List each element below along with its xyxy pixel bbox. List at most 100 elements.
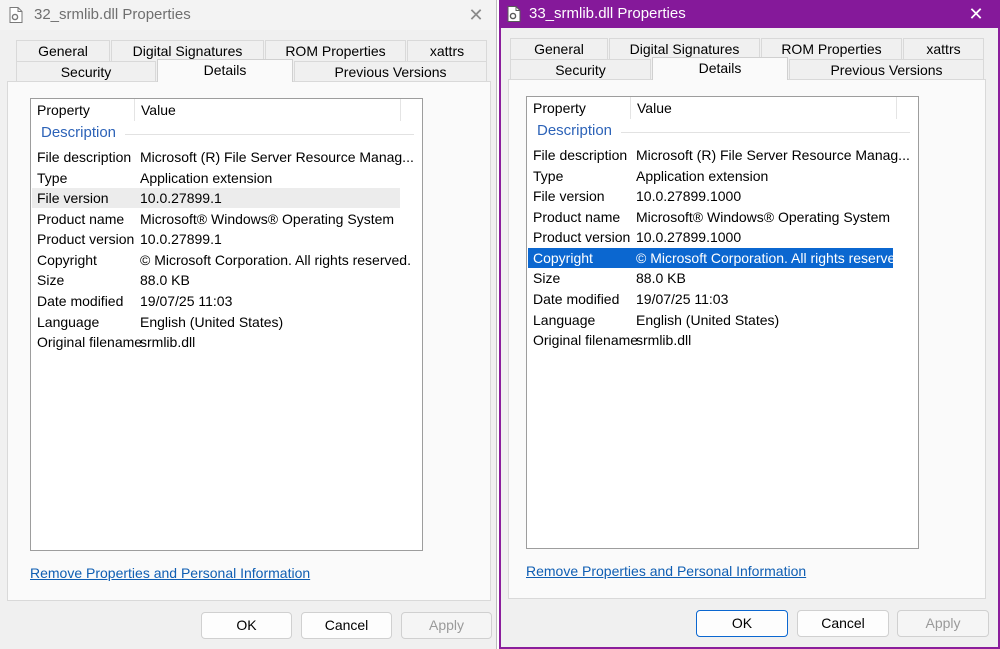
property-value: srmlib.dll [636, 332, 692, 348]
tab-rom-properties[interactable]: ROM Properties [761, 38, 902, 59]
property-name: Date modified [37, 293, 124, 309]
property-name: Date modified [533, 291, 620, 307]
property-value: © Microsoft Corporation. All rights rese… [636, 250, 907, 266]
property-value: 10.0.27899.1 [140, 231, 222, 247]
ok-button[interactable]: OK [201, 612, 292, 639]
properties-dialog-32: 32_srmlib.dll Properties ✕ General Digit… [0, 0, 497, 649]
cancel-button[interactable]: Cancel [797, 610, 889, 637]
property-name: Product name [37, 211, 125, 227]
apply-button: Apply [401, 612, 492, 639]
tab-details[interactable]: Details [157, 59, 293, 82]
tab-previous-versions[interactable]: Previous Versions [789, 59, 984, 80]
list-item[interactable]: Size 88.0 KB [528, 268, 898, 288]
list-item[interactable]: File description Microsoft (R) File Serve… [32, 147, 414, 167]
list-item[interactable]: Copyright © Microsoft Corporation. All ri… [32, 250, 411, 270]
close-icon[interactable]: ✕ [966, 4, 986, 24]
property-name: File description [533, 147, 628, 163]
tab-xattrs[interactable]: xattrs [903, 38, 984, 59]
apply-button: Apply [897, 610, 989, 637]
property-value: Application extension [140, 170, 273, 186]
property-name: Language [37, 314, 100, 330]
property-name: Size [533, 270, 561, 286]
remove-properties-link[interactable]: Remove Properties and Personal Informati… [526, 563, 806, 579]
property-value: 19/07/25 11:03 [140, 293, 233, 309]
group-divider [125, 134, 414, 135]
list-item[interactable]: Original filename srmlib.dll [32, 332, 402, 352]
list-item[interactable]: Product name Microsoft® Windows® Operatin… [32, 209, 402, 229]
tab-details[interactable]: Details [652, 57, 788, 80]
property-value: 10.0.27899.1000 [636, 188, 742, 204]
tab-security[interactable]: Security [16, 61, 156, 82]
ok-button[interactable]: OK [696, 610, 788, 637]
column-header-property[interactable]: Property [527, 97, 631, 119]
column-header-property[interactable]: Property [31, 99, 135, 121]
window-title: 33_srmlib.dll Properties [529, 5, 686, 22]
list-item[interactable]: Date modified 19/07/25 11:03 [528, 289, 898, 309]
property-value: srmlib.dll [140, 334, 196, 350]
column-header-value[interactable]: Value [631, 97, 897, 119]
window-title: 32_srmlib.dll Properties [34, 6, 191, 23]
property-name: File description [37, 149, 132, 165]
list-item[interactable]: Type Application extension [32, 168, 402, 188]
tab-previous-versions[interactable]: Previous Versions [294, 61, 487, 82]
tab-digital-signatures[interactable]: Digital Signatures [111, 40, 264, 61]
property-name: File version [533, 188, 605, 204]
group-title: Description [41, 124, 117, 141]
tab-digital-signatures[interactable]: Digital Signatures [609, 38, 760, 59]
property-value: Microsoft (R) File Server Resource Manag… [636, 147, 910, 163]
tab-general[interactable]: General [16, 40, 110, 61]
property-value: English (United States) [636, 312, 780, 328]
tab-xattrs[interactable]: xattrs [407, 40, 487, 61]
property-value: Application extension [636, 168, 769, 184]
list-item[interactable]: Size 88.0 KB [32, 270, 402, 290]
property-value: 88.0 KB [636, 270, 686, 286]
list-item[interactable]: Product name Microsoft® Windows® Operatin… [528, 207, 898, 227]
title-bar[interactable]: 32_srmlib.dll Properties ✕ [0, 0, 496, 30]
list-item[interactable]: File description Microsoft (R) File Serve… [528, 145, 910, 165]
property-value: Microsoft® Windows® Operating System [140, 211, 395, 227]
property-value: 10.0.27899.1 [140, 190, 222, 206]
property-name: Original filename [37, 334, 143, 350]
property-name: Copyright [37, 252, 97, 268]
close-icon[interactable]: ✕ [466, 5, 486, 25]
property-value: Microsoft (R) File Server Resource Manag… [140, 149, 414, 165]
property-name: Product version [533, 229, 631, 245]
property-value: 88.0 KB [140, 272, 190, 288]
list-item[interactable]: Product version 10.0.27899.1000 [528, 227, 898, 247]
property-value: © Microsoft Corporation. All rights rese… [140, 252, 411, 268]
list-item[interactable]: Date modified 19/07/25 11:03 [32, 291, 402, 311]
list-item[interactable]: File version 10.0.27899.1000 [528, 186, 898, 206]
property-name: Copyright [533, 250, 593, 266]
column-header-value[interactable]: Value [135, 99, 401, 121]
details-panel: Property Value Description File descript… [508, 79, 986, 599]
property-value: Microsoft® Windows® Operating System [636, 209, 891, 225]
property-name: Product name [533, 209, 621, 225]
details-list[interactable]: Property Value Description File descript… [30, 98, 423, 551]
property-name: Type [37, 170, 68, 186]
property-value: English (United States) [140, 314, 284, 330]
property-name: Product version [37, 231, 135, 247]
list-item[interactable]: File version 10.0.27899.1 [32, 188, 400, 208]
property-name: Size [37, 272, 65, 288]
document-gear-icon [9, 7, 23, 23]
remove-properties-link[interactable]: Remove Properties and Personal Informati… [30, 565, 310, 581]
property-name: Language [533, 312, 596, 328]
title-bar[interactable]: 33_srmlib.dll Properties ✕ [499, 0, 1000, 28]
tab-rom-properties[interactable]: ROM Properties [265, 40, 406, 61]
list-item[interactable]: Product version 10.0.27899.1 [32, 229, 402, 249]
property-name: File version [37, 190, 109, 206]
cancel-button[interactable]: Cancel [301, 612, 392, 639]
list-item[interactable]: Original filename srmlib.dll [528, 330, 898, 350]
list-item-selected[interactable]: Copyright © Microsoft Corporation. All ri… [528, 248, 907, 268]
property-value: 10.0.27899.1000 [636, 229, 742, 245]
property-name: Type [533, 168, 564, 184]
list-item[interactable]: Language English (United States) [528, 310, 898, 330]
tab-security[interactable]: Security [510, 59, 651, 80]
list-item[interactable]: Type Application extension [528, 166, 898, 186]
properties-dialog-33: 33_srmlib.dll Properties ✕ General Digit… [499, 0, 1000, 649]
property-value: 19/07/25 11:03 [636, 291, 729, 307]
details-list[interactable]: Property Value Description File descript… [526, 96, 919, 549]
list-item[interactable]: Language English (United States) [32, 312, 402, 332]
document-gear-icon [507, 6, 521, 22]
tab-general[interactable]: General [510, 38, 608, 59]
